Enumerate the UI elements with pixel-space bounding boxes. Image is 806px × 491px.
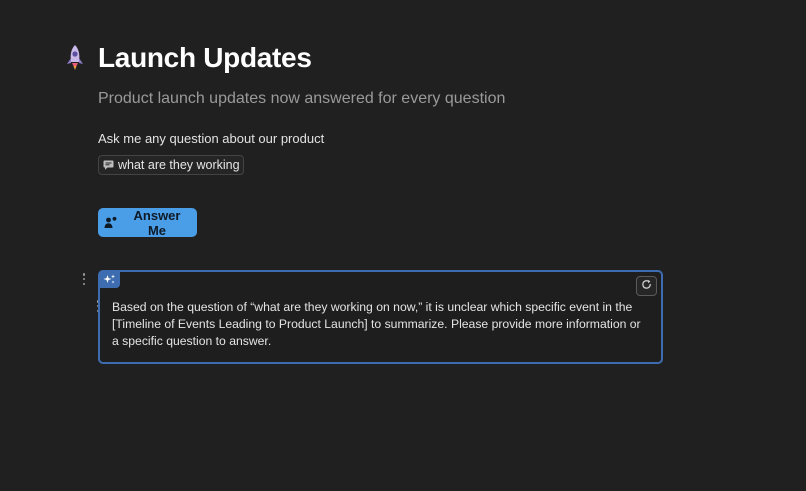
question-prompt-label: Ask me any question about our product — [98, 131, 325, 146]
question-input[interactable] — [118, 158, 243, 172]
person-add-icon — [104, 216, 117, 229]
refresh-icon — [641, 277, 652, 295]
chat-bubble-icon — [103, 160, 114, 171]
ai-answer-text: Based on the question of “what are they … — [112, 300, 641, 348]
rocket-icon — [64, 43, 86, 73]
ai-answer-block[interactable]: Based on the question of “what are they … — [98, 270, 663, 364]
page: Launch Updates Product launch updates no… — [0, 0, 806, 491]
sparkle-icon — [99, 271, 120, 288]
title-row: Launch Updates — [64, 40, 312, 76]
question-input-container[interactable] — [98, 155, 244, 175]
answer-me-button[interactable]: Answer Me — [98, 207, 197, 238]
page-subtitle: Product launch updates now answered for … — [98, 90, 506, 107]
answer-me-button-label: Answer Me — [133, 207, 181, 238]
refresh-answer-button[interactable] — [636, 276, 657, 296]
page-title: Launch Updates — [98, 42, 312, 73]
block-drag-handle[interactable] — [81, 273, 87, 285]
